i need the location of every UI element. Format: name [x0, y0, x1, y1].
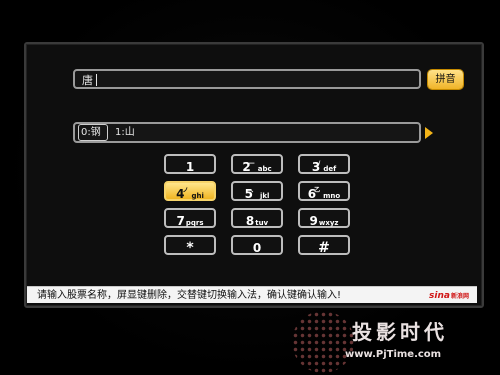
key-8[interactable]: 8tuv [231, 208, 283, 228]
key-stroke-hint: ノ [182, 187, 189, 194]
watermark-url: www.PjTime.com [345, 349, 442, 360]
sina-logo: sina新浪网 [429, 291, 469, 301]
key-letters: ghi [191, 192, 204, 200]
key-number: 9 [309, 214, 318, 228]
key-3[interactable]: 3/def [298, 154, 350, 174]
search-input[interactable]: 唐 [73, 69, 421, 89]
input-mode-button[interactable]: 拼音 [428, 70, 463, 89]
key-0[interactable]: 0 [231, 235, 283, 255]
candidate-selected[interactable]: 0:钢 [78, 124, 108, 141]
status-bar: 请输入股票名称，屏显键删除，交替键切换输入法，确认键确认输入! sina新浪网 [27, 286, 477, 303]
key-5[interactable]: 5、jkl [231, 181, 283, 201]
status-text: 请输入股票名称，屏显键删除，交替键切换输入法，确认键确认输入! [37, 290, 342, 301]
key-letters: jkl [259, 192, 270, 200]
key-2[interactable]: 2—abc [231, 154, 283, 174]
key-letters: tuv [255, 219, 269, 227]
key-number: # [318, 240, 330, 256]
key-star[interactable]: * [164, 235, 216, 256]
key-stroke-hint: 、 [250, 187, 257, 194]
watermark-text: 投影时代 [352, 320, 448, 344]
next-page-arrow-icon[interactable] [425, 127, 433, 139]
key-stroke-hint: — [248, 160, 255, 167]
text-cursor [96, 74, 97, 86]
key-hash[interactable]: # [298, 235, 350, 256]
key-number: 8 [245, 214, 255, 228]
key-number: 0 [252, 241, 262, 255]
key-letters: pqrs [185, 219, 204, 227]
watermark-logo [292, 311, 354, 373]
key-4[interactable]: 4ノghi [164, 181, 216, 201]
candidate-item[interactable]: 1:山 [115, 124, 135, 141]
input-text: 唐 [82, 74, 93, 87]
key-letters: mno [323, 192, 341, 200]
key-number: 1 [185, 160, 195, 174]
key-9[interactable]: 9wxyz [298, 208, 350, 228]
key-letters: abc [257, 165, 272, 173]
key-number: * [186, 240, 194, 256]
key-number: 7 [176, 214, 185, 228]
key-7[interactable]: 7pqrs [164, 208, 216, 228]
key-letters: def [323, 165, 337, 173]
key-stroke-hint: 乙 [314, 187, 321, 194]
key-1[interactable]: 1 [164, 154, 216, 174]
candidate-bar: 0:钢 1:山 [73, 122, 421, 143]
key-6[interactable]: 6乙mno [298, 181, 350, 201]
key-letters: wxyz [318, 219, 339, 227]
